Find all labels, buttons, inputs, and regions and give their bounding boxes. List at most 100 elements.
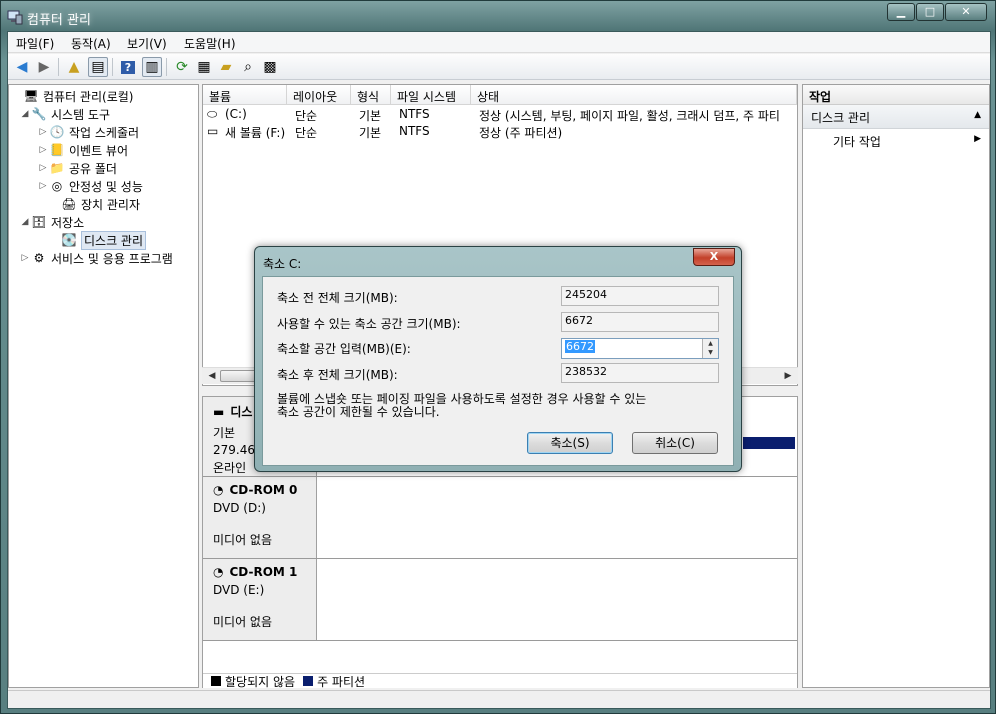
tree-label: 안정성 및 성능 (69, 179, 143, 194)
drive-icon: ▭ (207, 124, 219, 138)
shrink-amount-spinner[interactable]: ▲ ▼ (702, 339, 718, 358)
properties-icon: ▦ (197, 59, 211, 75)
column-header-layout[interactable]: 레이아웃 (287, 85, 351, 105)
column-header-status[interactable]: 상태 (471, 85, 797, 105)
tree-item-system-tools[interactable]: ◢ 🔧 시스템 도구 (19, 105, 110, 123)
close-window-button[interactable]: ✕ (945, 3, 987, 21)
console-tree: 🖥 컴퓨터 관리(로컬) ◢ 🔧 시스템 도구 ▷ 🕓 작업 스케줄러 ▷ 📒 … (8, 84, 199, 688)
expand-icon[interactable]: ▷ (37, 163, 49, 173)
cdrom-icon: ◔ (213, 565, 224, 579)
volume-status: 정상 (시스템, 부팅, 페이지 파일, 활성, 크래시 덤프, 주 파티 (479, 109, 780, 123)
legend-unallocated: 할당되지 않음 (225, 674, 296, 689)
media-state: 미디어 없음 (213, 533, 273, 547)
volume-layout: 단순 (295, 109, 318, 123)
column-header-file-system[interactable]: 파일 시스템 (391, 85, 471, 105)
actions-section-disk-management[interactable]: 디스크 관리 ▲ (803, 105, 989, 129)
forward-button[interactable]: ▶ (34, 57, 54, 77)
help-button[interactable]: ? (118, 57, 138, 77)
cdrom-icon: ◔ (213, 483, 224, 497)
shrink-amount-input[interactable]: 6672 ▲ ▼ (561, 338, 719, 359)
column-header-type[interactable]: 형식 (351, 85, 391, 105)
cancel-button[interactable]: 취소(C) (632, 432, 718, 454)
shrink-amount-value: 6672 (565, 340, 595, 353)
disk-row-cdrom0[interactable]: ◔ CD-ROM 0 DVD (D:) 미디어 없음 (203, 477, 797, 559)
expand-icon[interactable]: ▷ (37, 181, 49, 191)
volume-name: 새 볼륨 (F:) (225, 126, 286, 140)
shrink-amount-label: 축소할 공간 입력(MB)(E): (277, 342, 411, 356)
expand-icon[interactable]: ▷ (19, 253, 31, 263)
clock-icon: 🕓 (49, 125, 65, 139)
up-level-button[interactable]: ▲ (64, 57, 84, 77)
shrink-button[interactable]: 축소(S) (527, 432, 613, 454)
menu-bar: 파일(F) 동작(A) 보기(V) 도움말(H) (8, 32, 990, 53)
action-more[interactable]: 기타 작업 ▶ (803, 129, 989, 151)
maximize-icon: □ (924, 5, 936, 18)
tree-item-services[interactable]: ▷ ⚙ 서비스 및 응용 프로그램 (19, 249, 173, 267)
primary-swatch (303, 676, 314, 686)
collapse-up-icon[interactable]: ▲ (974, 110, 981, 120)
open-button[interactable]: ▰ (216, 57, 236, 77)
media-state: 미디어 없음 (213, 615, 273, 629)
submenu-arrow-icon: ▶ (974, 134, 981, 144)
menu-file[interactable]: 파일(F) (16, 35, 54, 52)
toolbar: ◀ ▶ ▲ ▤ ? ▥ ⟳ ▦ ▰ ⌕ ▩ (8, 54, 990, 80)
settings-button[interactable]: ▩ (260, 57, 280, 77)
tree-item-root[interactable]: 🖥 컴퓨터 관리(로컬) (11, 87, 133, 105)
tree-label: 작업 스케줄러 (69, 125, 140, 140)
forward-arrow-icon: ▶ (38, 59, 50, 75)
disk-label: ◔ CD-ROM 0 DVD (D:) 미디어 없음 (203, 477, 317, 558)
spin-down-icon[interactable]: ▼ (703, 348, 718, 357)
status-bar (8, 690, 990, 708)
menu-help[interactable]: 도움말(H) (184, 35, 236, 52)
drive-icon: ⬭ (207, 107, 218, 121)
table-row[interactable]: ⬭ (C:) 단순 기본 NTFS 정상 (시스템, 부팅, 페이지 파일, 활… (203, 107, 797, 124)
storage-icon: 🗄 (31, 215, 47, 229)
expand-icon[interactable]: ▷ (37, 127, 49, 137)
primary-partition-bar[interactable] (743, 437, 795, 449)
disk-legend: 할당되지 않음 주 파티션 (203, 673, 797, 689)
tree-item-task-scheduler[interactable]: ▷ 🕓 작업 스케줄러 (37, 123, 140, 141)
tree-item-shared-folders[interactable]: ▷ 📁 공유 폴더 (37, 159, 117, 177)
refresh-icon: ⟳ (176, 59, 188, 75)
properties-button[interactable]: ▦ (194, 57, 214, 77)
tree-item-reliability[interactable]: ▷ ◎ 안정성 및 성능 (37, 177, 143, 195)
collapse-icon[interactable]: ◢ (19, 217, 31, 227)
expand-icon[interactable]: ▷ (37, 145, 49, 155)
close-icon: ✕ (961, 5, 971, 18)
show-hide-action-pane-button[interactable]: ▥ (142, 57, 162, 77)
menu-action[interactable]: 동작(A) (71, 35, 111, 52)
tree-item-event-viewer[interactable]: ▷ 📒 이벤트 뷰어 (37, 141, 128, 159)
tree-item-device-manager[interactable]: 🖨 장치 관리자 (49, 195, 140, 213)
shrink-dialog: 축소 C: X 축소 전 전체 크기(MB): 245204 사용할 수 있는 … (254, 246, 742, 472)
maximize-button[interactable]: □ (916, 3, 944, 21)
spin-up-icon[interactable]: ▲ (703, 339, 718, 348)
tree-item-disk-management[interactable]: 💽 디스크 관리 (49, 230, 147, 250)
section-label: 디스크 관리 (811, 111, 871, 125)
dialog-close-button[interactable]: X (693, 248, 735, 266)
scroll-right-icon[interactable]: ▶ (780, 369, 796, 383)
volume-status: 정상 (주 파티션) (479, 126, 563, 140)
collapse-icon[interactable]: ◢ (19, 109, 31, 119)
help-icon: ? (120, 60, 136, 74)
console-tree-icon: ▤ (91, 59, 105, 75)
show-hide-tree-button[interactable]: ▤ (88, 57, 108, 77)
tree-label: 시스템 도구 (51, 107, 111, 122)
dialog-body: 축소 전 전체 크기(MB): 245204 사용할 수 있는 축소 공간 크기… (262, 276, 734, 466)
volume-type: 기본 (359, 109, 382, 123)
disk-row-cdrom1[interactable]: ◔ CD-ROM 1 DVD (E:) 미디어 없음 (203, 559, 797, 641)
column-header-volume[interactable]: 볼륨 (203, 85, 287, 105)
back-button[interactable]: ◀ (12, 57, 32, 77)
folder-up-icon: ▲ (68, 59, 80, 75)
minimize-button[interactable]: ▁ (887, 3, 915, 21)
volume-fs: NTFS (399, 124, 430, 138)
event-log-icon: 📒 (49, 143, 65, 157)
tree-item-storage[interactable]: ◢ 🗄 저장소 (19, 213, 85, 231)
volume-type: 기본 (359, 126, 382, 140)
scroll-left-icon[interactable]: ◀ (204, 369, 220, 383)
title-bar[interactable]: 컴퓨터 관리 ▁ □ ✕ (1, 1, 995, 31)
refresh-button[interactable]: ⟳ (172, 57, 192, 77)
menu-view[interactable]: 보기(V) (127, 35, 167, 52)
tree-label: 서비스 및 응용 프로그램 (51, 251, 173, 266)
table-row[interactable]: ▭ 새 볼륨 (F:) 단순 기본 NTFS 정상 (주 파티션) (203, 124, 797, 141)
search-button[interactable]: ⌕ (238, 57, 258, 77)
